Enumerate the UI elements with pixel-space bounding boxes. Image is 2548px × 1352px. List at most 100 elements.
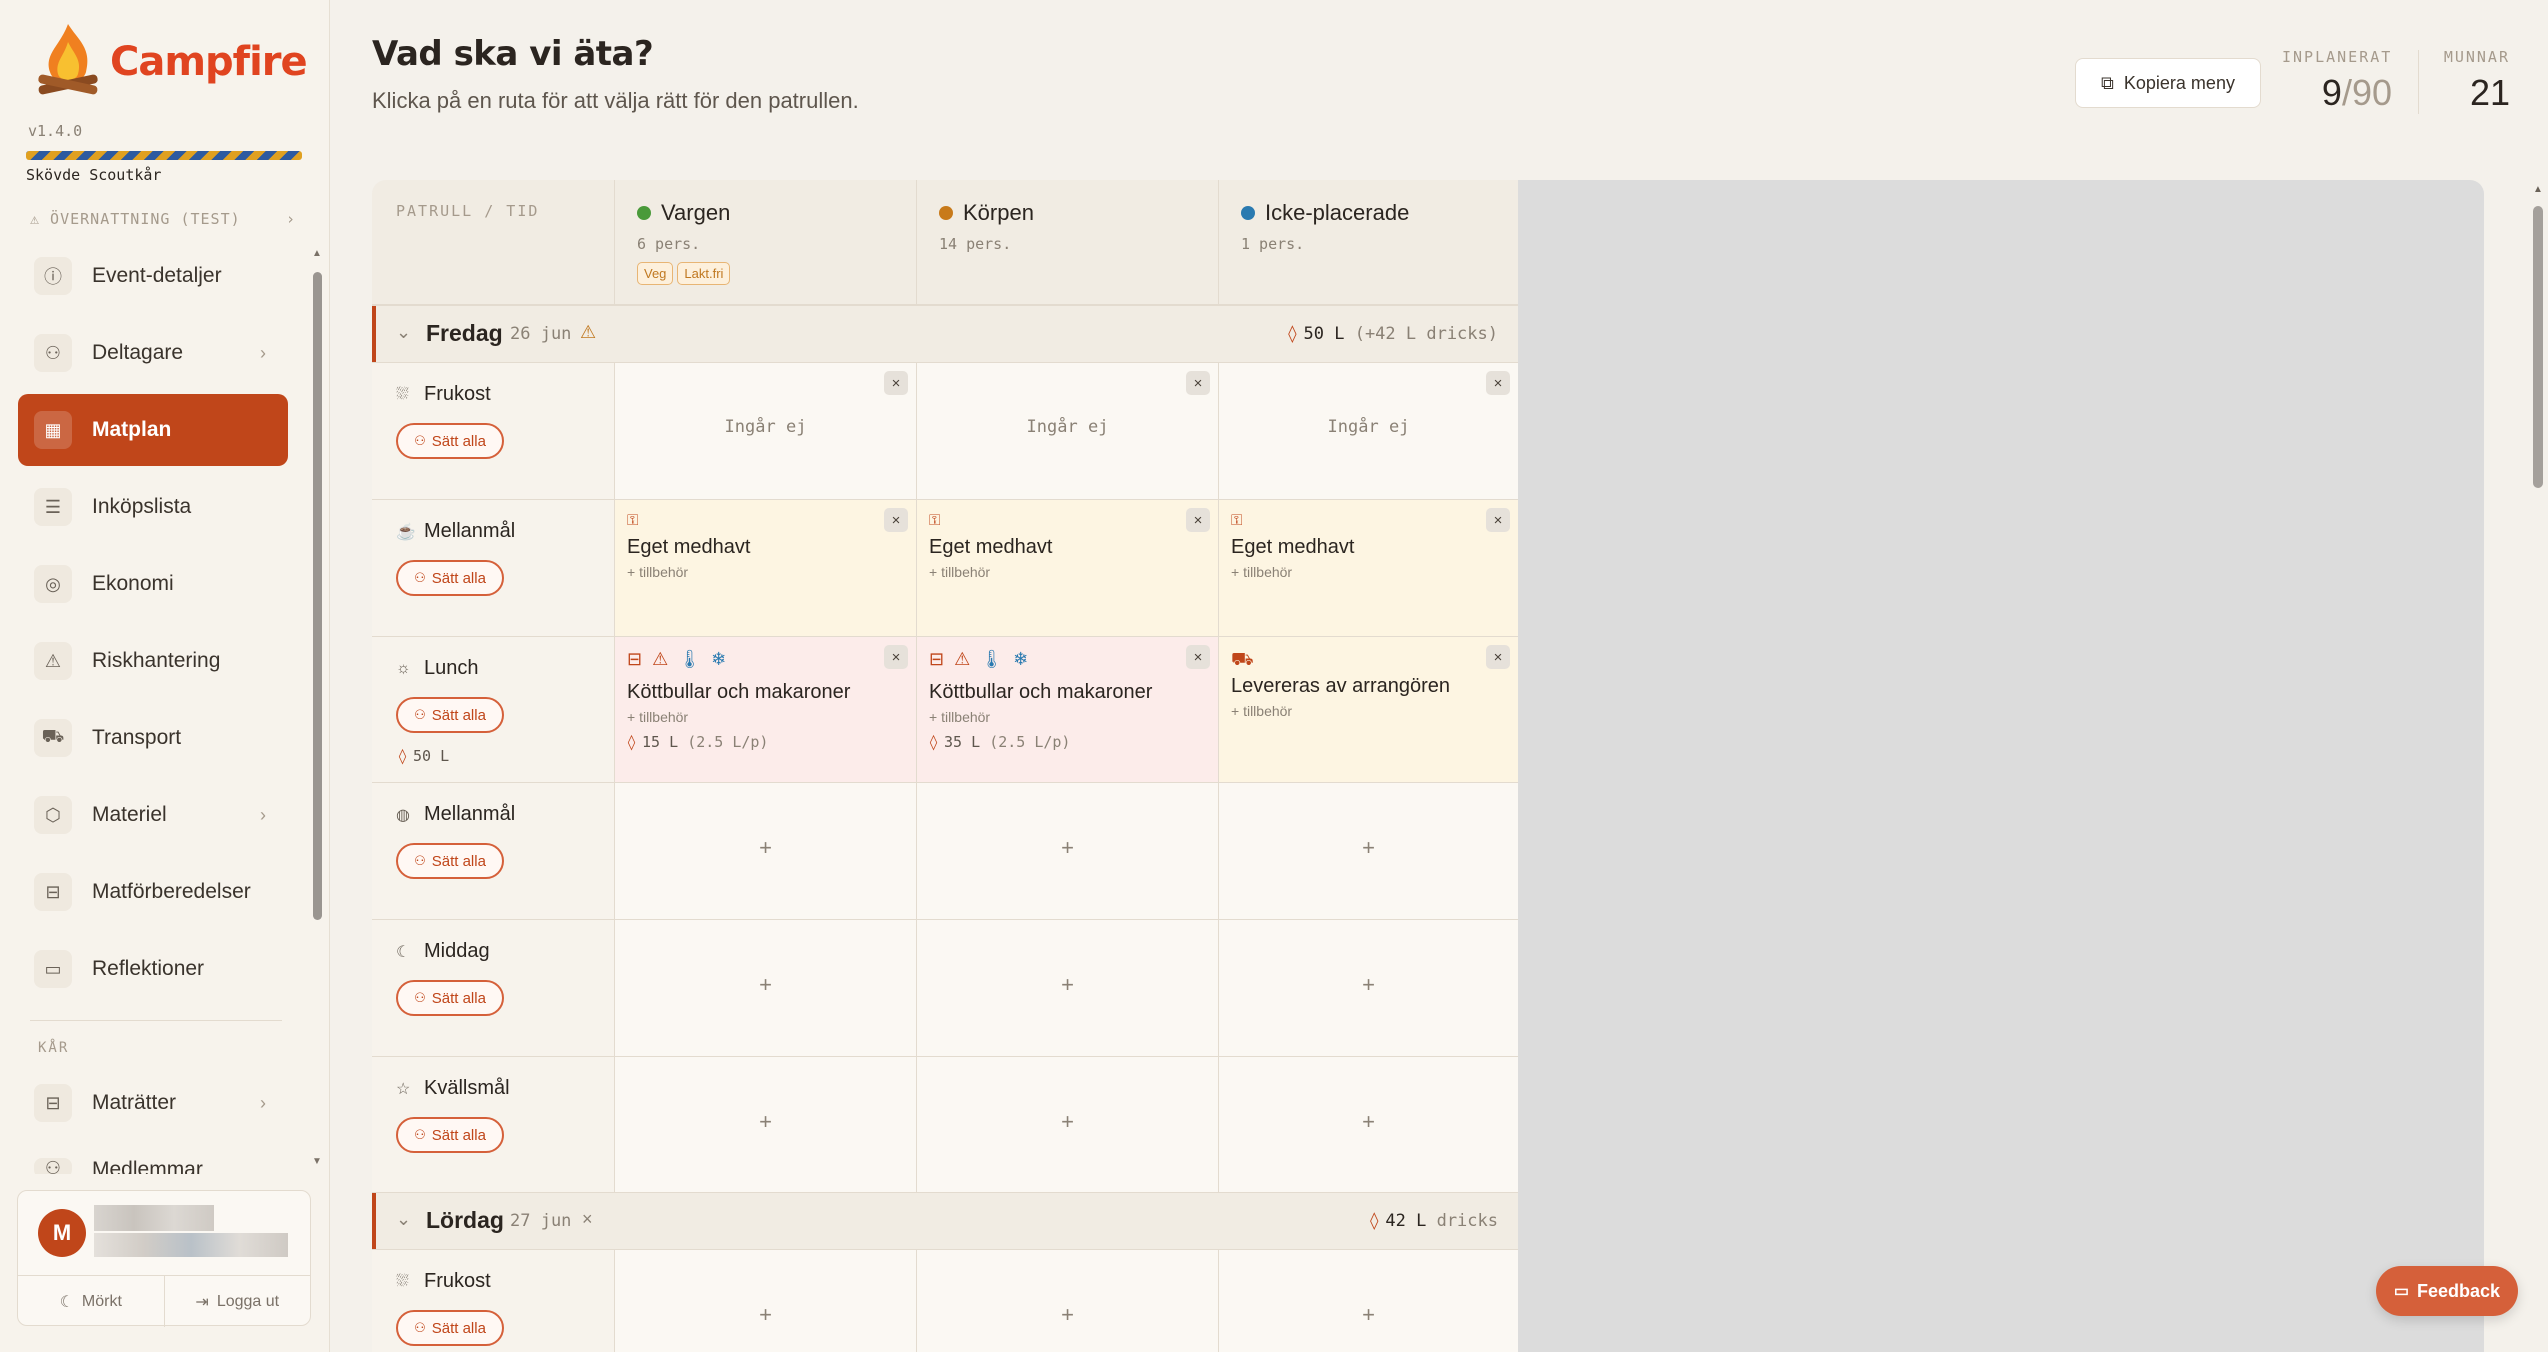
- meal-cell-empty[interactable]: +: [916, 783, 1218, 919]
- day-row-fredag[interactable]: ⌄ Fredag 26 jun ⚠ ◊ 50 L (+42 L dricks): [372, 305, 1518, 363]
- chevron-down-icon[interactable]: ⌄: [396, 1209, 411, 1230]
- patrol-name: Icke-placerade: [1265, 200, 1410, 225]
- meal-cell-empty[interactable]: +: [1218, 783, 1518, 919]
- close-icon[interactable]: ×: [582, 1209, 593, 1230]
- close-icon[interactable]: ×: [884, 508, 908, 532]
- chevron-down-icon[interactable]: ⌄: [396, 322, 411, 343]
- close-icon[interactable]: ×: [1186, 645, 1210, 669]
- sidebar-item-materiel[interactable]: ⬡ Materiel ›: [18, 779, 288, 851]
- sun-icon: ☼: [396, 659, 411, 677]
- sidebar-item-matforberedelser[interactable]: ⊟ Matförberedelser: [18, 856, 288, 928]
- set-all-button[interactable]: ⚇ Sätt alla: [396, 980, 504, 1016]
- sidebar-item-medlemmar[interactable]: ⚇ Medlemmar: [18, 1144, 288, 1174]
- set-all-button[interactable]: ⚇ Sätt alla: [396, 423, 504, 459]
- grid-header-row: PATRULL / TID Vargen 6 pers. Veg Lakt.fr…: [372, 180, 1518, 305]
- scroll-up-icon[interactable]: ▲: [2533, 184, 2543, 195]
- meal-cell-excluded[interactable]: × Ingår ej: [916, 363, 1218, 499]
- water-drop-icon: ◊: [1287, 324, 1298, 344]
- sidebar-item-transport[interactable]: ⛟ Transport: [18, 702, 288, 774]
- day-row-lordag[interactable]: ⌄ Lördag 27 jun × ◊ 42 L dricks: [372, 1192, 1518, 1250]
- sidebar-item-label: Ekonomi: [92, 572, 174, 595]
- patrol-persons: 14 pers.: [939, 235, 1012, 253]
- accessories-link[interactable]: + tillbehör: [627, 564, 688, 580]
- sidebar-item-reflektioner[interactable]: ▭ Reflektioner: [18, 933, 288, 1005]
- meal-cell-empty[interactable]: +: [916, 1250, 1218, 1352]
- accessories-link[interactable]: + tillbehör: [929, 709, 990, 725]
- meal-cell-excluded[interactable]: × Ingår ej: [614, 363, 916, 499]
- set-all-button[interactable]: ⚇ Sätt alla: [396, 843, 504, 879]
- column-header-vargen[interactable]: Vargen 6 pers. Veg Lakt.fri: [614, 180, 916, 305]
- planned-label: INPLANERAT: [2282, 48, 2393, 66]
- copy-menu-label: Kopiera meny: [2123, 72, 2235, 93]
- feedback-button[interactable]: ▭ Feedback: [2376, 1266, 2518, 1316]
- diet-tag: Lakt.fri: [677, 262, 731, 285]
- sidebar-item-ekonomi[interactable]: ◎ Ekonomi: [18, 548, 288, 620]
- meal-cell-empty[interactable]: +: [916, 920, 1218, 1056]
- copy-menu-button[interactable]: ⧉ Kopiera meny: [2075, 58, 2261, 108]
- day-name: Lördag: [426, 1207, 504, 1233]
- sidebar-scroll-thumb[interactable]: [313, 272, 322, 920]
- column-header-icke-placerade[interactable]: Icke-placerade 1 pers.: [1218, 180, 1518, 305]
- meal-cell-empty[interactable]: +: [614, 1057, 916, 1193]
- accessories-link[interactable]: + tillbehör: [1231, 564, 1292, 580]
- column-header-korpen[interactable]: Körpen 14 pers.: [916, 180, 1218, 305]
- close-icon[interactable]: ×: [1486, 645, 1510, 669]
- sidebar-item-matratter[interactable]: ⊟ Maträtter ›: [18, 1067, 288, 1139]
- close-icon[interactable]: ×: [1186, 508, 1210, 532]
- set-all-button[interactable]: ⚇ Sätt alla: [396, 1117, 504, 1153]
- users-icon: ⚇: [414, 1320, 426, 1335]
- main-scrollbar[interactable]: ▲: [2528, 180, 2548, 1352]
- meal-row-middag: ☾ Middag ⚇ Sätt alla + + +: [372, 920, 1518, 1057]
- scroll-up-icon[interactable]: ▲: [312, 248, 322, 259]
- cell-title: Köttbullar och makaroner: [929, 681, 1153, 703]
- meal-cell-excluded[interactable]: × Ingår ej: [1218, 363, 1518, 499]
- sidebar-item-deltagare[interactable]: ⚇ Deltagare ›: [18, 317, 288, 389]
- meal-cell-own[interactable]: × ⚿ Eget medhavt + tillbehör: [1218, 500, 1518, 636]
- logout-icon: ⇥: [195, 1293, 209, 1311]
- day-water: ◊ 42 L dricks: [1369, 1211, 1498, 1231]
- sidebar-scrollbar[interactable]: ▲ ▼: [310, 248, 324, 1168]
- meal-cell-dish[interactable]: × ⊟ ⚠ 🌡 ❄ Köttbullar och makaroner + til…: [614, 637, 916, 782]
- accessories-link[interactable]: + tillbehör: [929, 564, 990, 580]
- dark-mode-button[interactable]: ☾ Mörkt: [18, 1276, 165, 1327]
- close-icon[interactable]: ×: [1186, 371, 1210, 395]
- meal-cell-empty[interactable]: +: [1218, 1250, 1518, 1352]
- avatar[interactable]: M: [38, 1209, 86, 1257]
- scroll-down-icon[interactable]: ▼: [312, 1156, 322, 1167]
- main-scroll-thumb[interactable]: [2533, 206, 2543, 488]
- close-icon[interactable]: ×: [1486, 371, 1510, 395]
- sidebar-item-event-detaljer[interactable]: ⓘ Event-detaljer: [18, 240, 288, 312]
- cell-water: ◊ 35 L (2.5 L/p): [929, 733, 1070, 751]
- logout-button[interactable]: ⇥ Logga ut: [165, 1276, 311, 1327]
- meal-cell-empty[interactable]: +: [1218, 1057, 1518, 1193]
- campfire-icon: [38, 24, 98, 95]
- meal-cell-empty[interactable]: +: [614, 1250, 916, 1352]
- page-title: Vad ska vi äta?: [372, 34, 654, 74]
- meal-cell-arranged[interactable]: × ⛟ Levereras av arrangören + tillbehör: [1218, 637, 1518, 782]
- event-selector[interactable]: ⚠ ÖVERNATTNING (TEST) ›: [30, 210, 296, 228]
- close-icon[interactable]: ×: [1486, 508, 1510, 532]
- accessories-link[interactable]: + tillbehör: [1231, 703, 1292, 719]
- close-icon[interactable]: ×: [884, 645, 908, 669]
- users-icon: ⚇: [414, 707, 426, 722]
- meal-cell-dish[interactable]: × ⊟ ⚠ 🌡 ❄ Köttbullar och makaroner + til…: [916, 637, 1218, 782]
- sidebar-item-label: Materiel: [92, 803, 167, 826]
- campfire-logo[interactable]: Campfire: [30, 20, 308, 104]
- set-all-button[interactable]: ⚇ Sätt alla: [396, 697, 504, 733]
- sidebar-item-riskhantering[interactable]: ⚠ Riskhantering: [18, 625, 288, 697]
- sidebar-item-label: Deltagare: [92, 341, 184, 364]
- meal-cell-empty[interactable]: +: [916, 1057, 1218, 1193]
- meal-cell-empty[interactable]: +: [614, 783, 916, 919]
- meal-cell-own[interactable]: × ⚿ Eget medhavt + tillbehör: [916, 500, 1218, 636]
- sidebar-item-matplan[interactable]: ▦ Matplan: [18, 394, 288, 466]
- accessories-link[interactable]: + tillbehör: [627, 709, 688, 725]
- meal-water-amount: 50 L: [413, 747, 450, 765]
- meal-cell-empty[interactable]: +: [1218, 920, 1518, 1056]
- meal-cell-empty[interactable]: +: [614, 920, 916, 1056]
- meal-cell-own[interactable]: × ⚿ Eget medhavt + tillbehör: [614, 500, 916, 636]
- set-all-button[interactable]: ⚇ Sätt alla: [396, 1310, 504, 1346]
- add-icon: +: [759, 835, 772, 860]
- set-all-button[interactable]: ⚇ Sätt alla: [396, 560, 504, 596]
- close-icon[interactable]: ×: [884, 371, 908, 395]
- sidebar-item-inkopslista[interactable]: ☰ Inköpslista: [18, 471, 288, 543]
